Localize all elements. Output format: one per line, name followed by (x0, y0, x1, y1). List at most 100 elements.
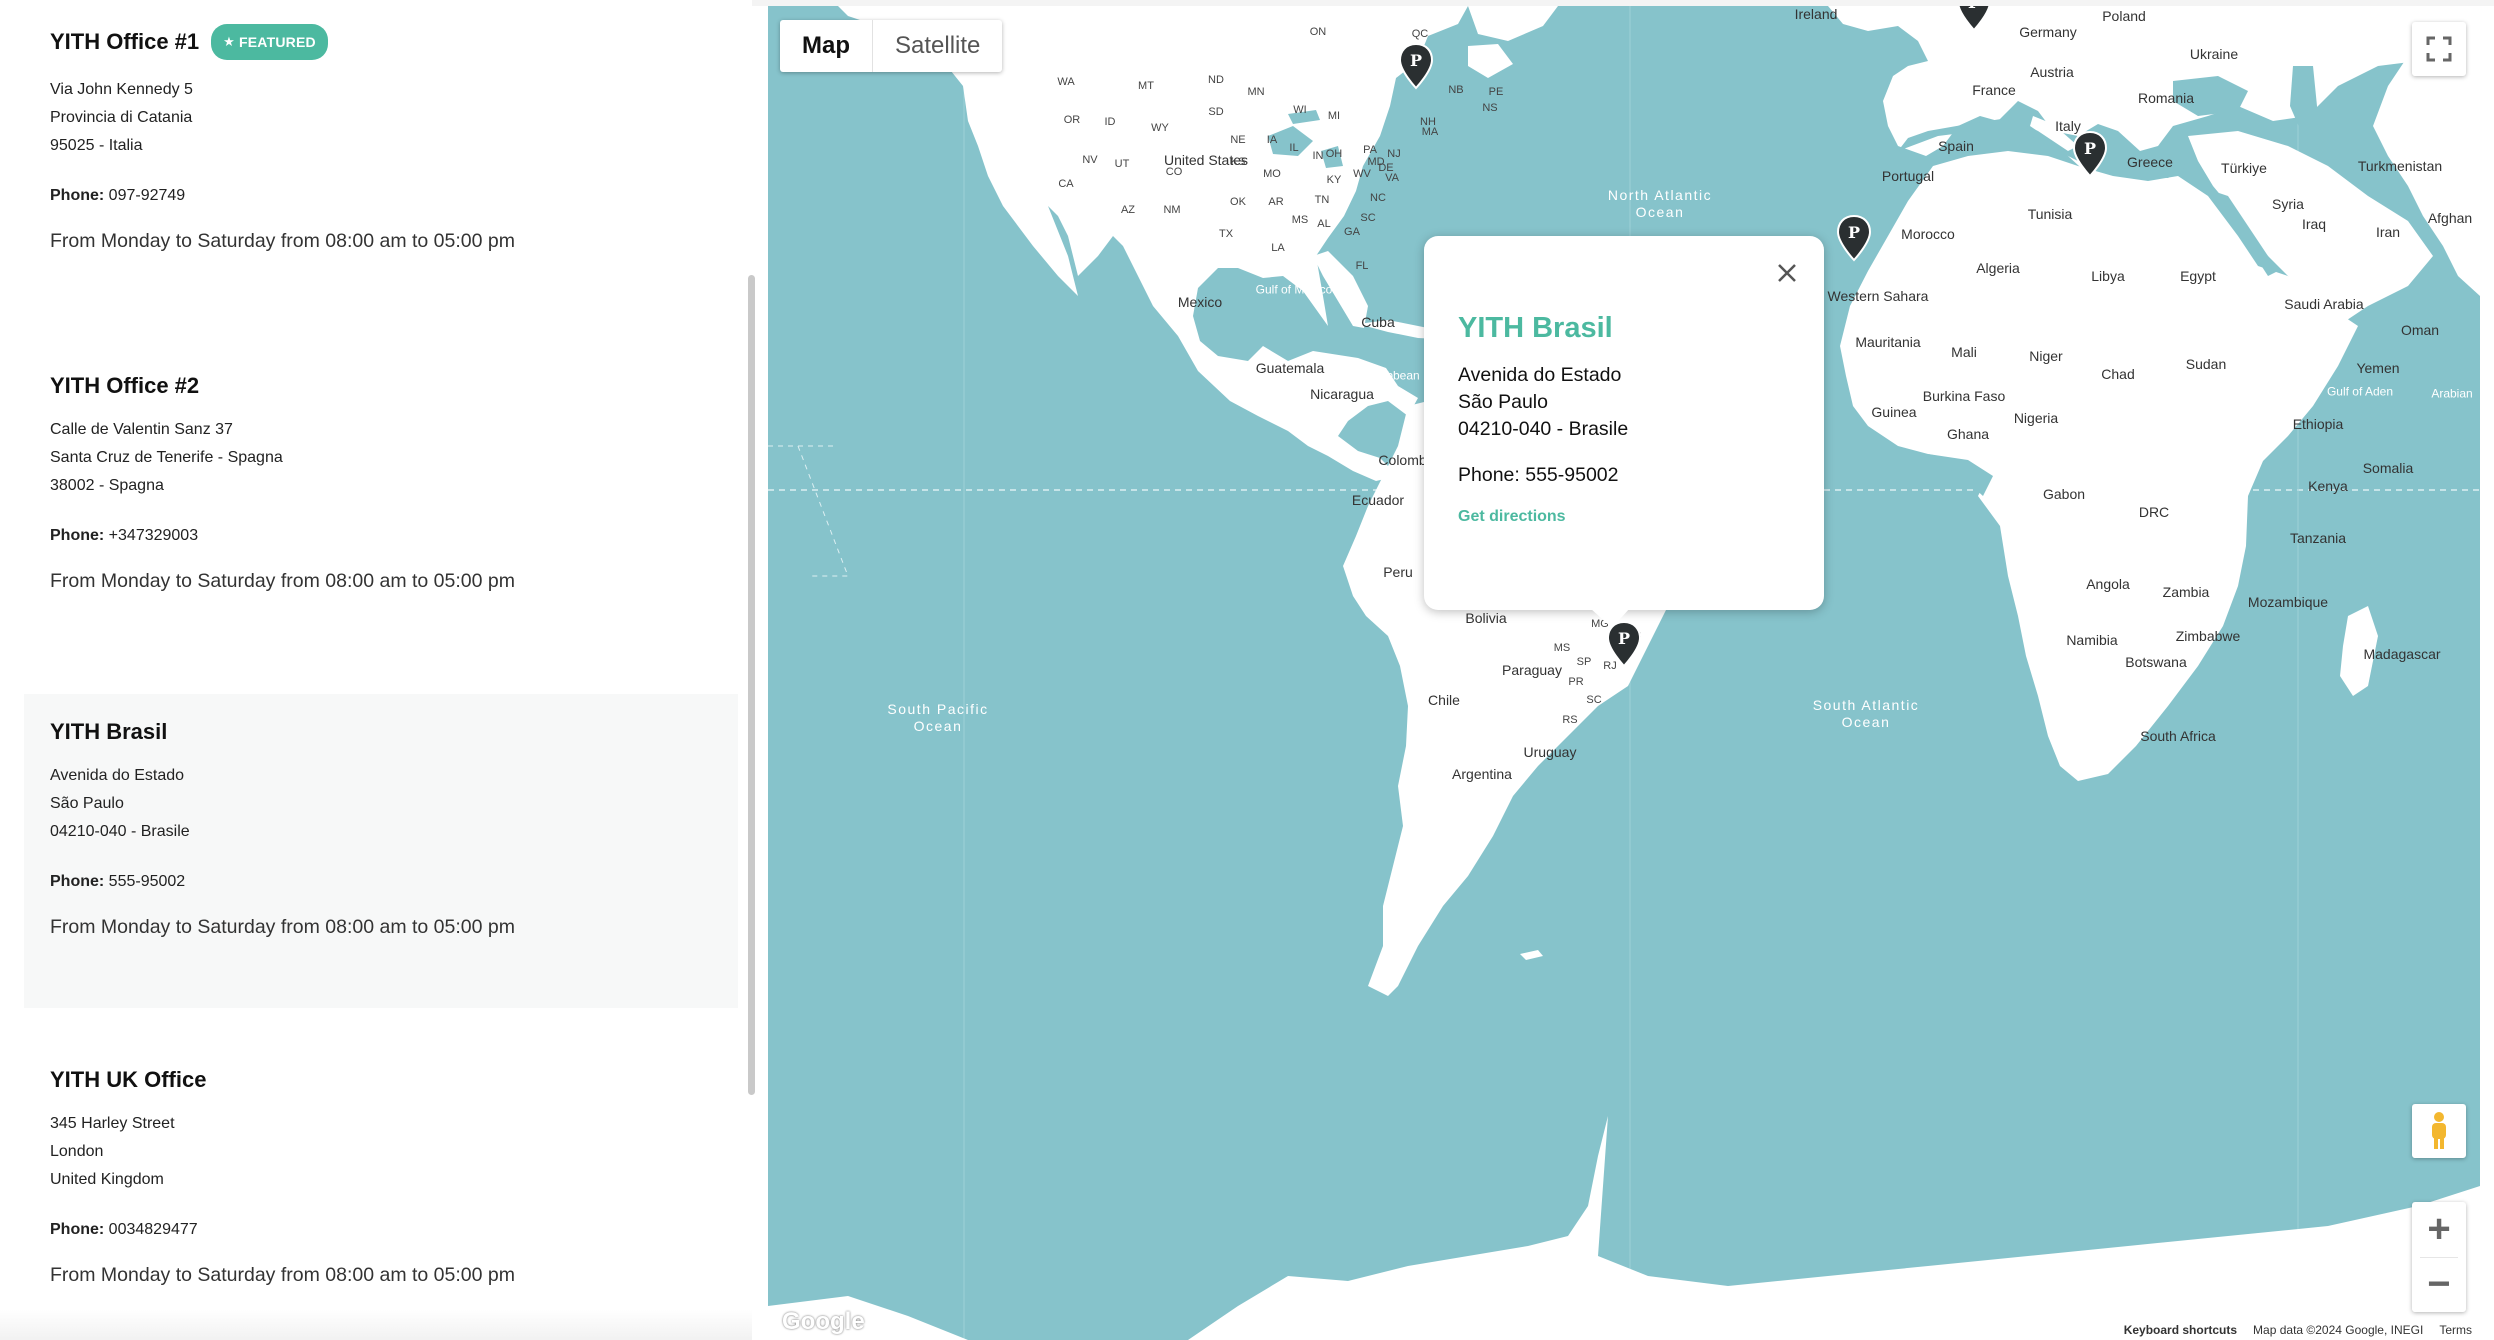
zoom-control[interactable]: + − (2412, 1202, 2466, 1312)
country-label: Gabon (2042, 486, 2086, 502)
country-label: Zambia (2162, 584, 2210, 600)
country-label: Paraguay (1502, 662, 1562, 678)
store-item-active[interactable]: YITH Brasil Avenida do Estado São Paulo … (24, 694, 738, 1008)
map-type-satellite-button[interactable]: Satellite (873, 20, 1002, 72)
phone-number[interactable]: 0034829477 (109, 1221, 198, 1238)
zoom-in-button[interactable]: + (2412, 1202, 2466, 1257)
store-item[interactable]: YITH Office #2 Calle de Valentin Sanz 37… (24, 372, 738, 672)
store-marker-icon[interactable]: P (1398, 42, 1434, 90)
store-marker-icon[interactable]: P (1836, 214, 1872, 262)
google-logo[interactable]: Google (782, 1308, 865, 1336)
country-label: Yemen (2356, 360, 2400, 376)
state-label: NS (1482, 102, 1498, 114)
store-name[interactable]: YITH UK Office (50, 1066, 206, 1094)
country-label: Syria (2272, 196, 2304, 212)
address-line: 04210-040 - Brasile (1458, 418, 1629, 440)
store-phone: Phone: 0034829477 (50, 1218, 738, 1242)
store-item[interactable]: YITH UK Office 345 Harley Street London … (24, 1066, 738, 1340)
state-label: CA (1058, 178, 1074, 190)
country-label: Oman (2400, 322, 2440, 338)
address-line: Santa Cruz de Tenerife - Spagna (50, 449, 283, 466)
state-label: MI (1327, 110, 1341, 122)
store-title[interactable]: YITH Office #2 (50, 372, 738, 400)
store-item[interactable]: YITH Office #1 ★ FEATURED Via John Kenned… (24, 24, 738, 324)
phone-number[interactable]: +347329003 (109, 527, 198, 544)
country-label: Mexico (1177, 294, 1223, 310)
svg-text:P: P (2084, 139, 2096, 158)
country-label: Nicaragua (1310, 386, 1374, 402)
phone-number[interactable]: 555-95002 (109, 873, 186, 890)
fullscreen-icon (2426, 36, 2452, 62)
street-view-pegman[interactable] (2412, 1104, 2466, 1158)
map-data-credit: Map data ©2024 Google, INEGI (2253, 1323, 2424, 1337)
country-label: Angola (2086, 576, 2130, 592)
state-label: LA (1271, 242, 1285, 254)
store-name[interactable]: YITH Office #2 (50, 372, 199, 400)
country-label: Argentina (1452, 766, 1512, 782)
badge-label: FEATURED (239, 34, 316, 50)
store-title[interactable]: YITH Brasil (50, 718, 738, 746)
store-address: Avenida do Estado São Paulo 04210-040 - … (50, 762, 738, 846)
water-label: Arabian (2431, 386, 2473, 401)
address-line: 04210-040 - Brasile (50, 823, 190, 840)
state-label: MT (1138, 80, 1154, 92)
star-icon: ★ (223, 34, 236, 49)
address-line: Via John Kennedy 5 (50, 81, 193, 98)
state-label: KS (1230, 156, 1246, 168)
state-label: MN (1247, 86, 1265, 98)
phone-label: Phone: (50, 1221, 105, 1238)
phone-number[interactable]: 097-92749 (109, 187, 186, 204)
fullscreen-button[interactable] (2412, 22, 2466, 76)
country-label: Madagascar (2363, 646, 2441, 662)
state-label: MA (1421, 126, 1439, 138)
country-label: Burkina Faso (1922, 388, 2006, 404)
country-label: Turkmenistan (2357, 158, 2443, 174)
zoom-out-button[interactable]: − (2412, 1257, 2466, 1312)
terms-link[interactable]: Terms (2439, 1320, 2472, 1340)
map-canvas[interactable]: Ireland Germany Poland Ukraine Austria France… (768, 6, 2480, 1340)
store-marker-icon[interactable]: P (2072, 130, 2108, 178)
address-line: 345 Harley Street (50, 1115, 175, 1132)
keyboard-shortcuts-link[interactable]: Keyboard shortcuts (2124, 1320, 2237, 1340)
info-window-phone: Phone: 555-95002 (1458, 464, 1619, 486)
store-title[interactable]: YITH UK Office (50, 1066, 738, 1094)
country-label: Greece (2127, 154, 2173, 170)
country-label: Portugal (1881, 168, 1935, 184)
state-label: PA (1363, 144, 1377, 156)
country-label: Guinea (1871, 404, 1917, 420)
country-label: Uruguay (1523, 744, 1577, 760)
country-label: Austria (2030, 64, 2074, 80)
store-title[interactable]: YITH Office #1 ★ FEATURED (50, 24, 738, 60)
water-label: Gulf of Aden (2326, 384, 2394, 399)
state-label: IL (1289, 142, 1299, 154)
store-name[interactable]: YITH Office #1 (50, 28, 199, 56)
state-label: WV (1353, 168, 1371, 180)
svg-text:P: P (1618, 629, 1630, 648)
store-hours: From Monday to Saturday from 08:00 am to… (50, 916, 515, 938)
address-line: Calle de Valentin Sanz 37 (50, 421, 233, 438)
store-marker-icon[interactable]: P (1956, 6, 1992, 32)
country-label: Afghan (2427, 210, 2473, 226)
address-line: Avenida do Estado (1458, 364, 1622, 386)
state-label: IN (1312, 150, 1324, 162)
country-label: Botswana (2125, 654, 2187, 670)
pegman-icon (2432, 1112, 2446, 1149)
map-type-control[interactable]: Map Satellite (780, 20, 1003, 72)
store-name[interactable]: YITH Brasil (50, 718, 167, 746)
map-type-map-button[interactable]: Map (780, 20, 873, 72)
phone-label: Phone: (50, 187, 105, 204)
get-directions-link[interactable]: Get directions (1458, 508, 1566, 526)
country-label: Iraq (2301, 216, 2327, 232)
list-fade (0, 1310, 752, 1340)
close-icon[interactable] (1776, 262, 1798, 284)
state-label: GA (1344, 226, 1360, 238)
state-label: PE (1488, 86, 1504, 98)
ocean-label: North Atlantic Ocean (1607, 187, 1713, 220)
country-label: Ireland (1794, 6, 1838, 22)
store-list[interactable]: YITH Office #1 ★ FEATURED Via John Kenned… (0, 0, 752, 1340)
state-label: OK (1230, 196, 1246, 208)
list-scrollbar[interactable] (748, 275, 755, 1095)
country-label: Tunisia (2027, 206, 2073, 222)
country-label: Spain (1938, 138, 1974, 154)
country-label: Mauritania (1855, 334, 1921, 350)
